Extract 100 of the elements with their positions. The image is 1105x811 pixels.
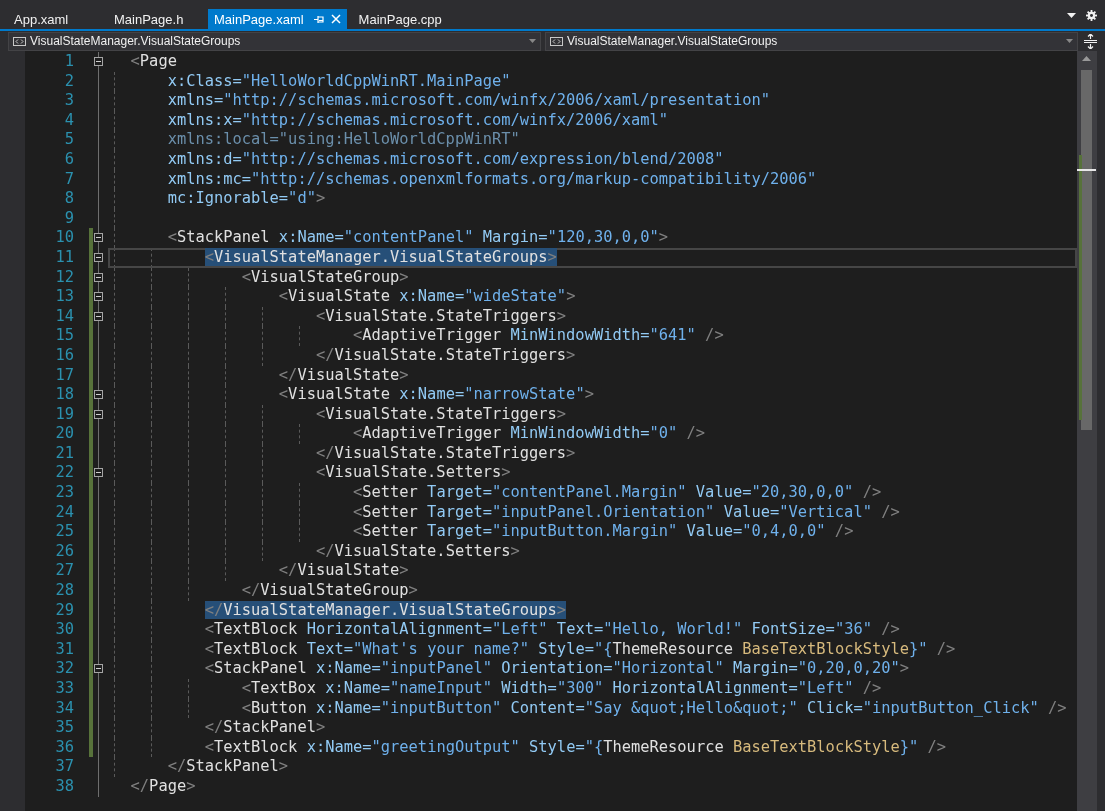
code-line: </Page>	[130, 776, 196, 795]
line-number: 6	[63, 149, 74, 170]
line-number: 19	[54, 404, 74, 425]
tab[interactable]: App.xaml	[8, 9, 102, 29]
code-line: xmlns:mc="http://schemas.openxmlformats.org/markup-compatibility/2006"	[167, 169, 817, 188]
line-number: 29	[54, 600, 74, 621]
collapse-icon[interactable]	[94, 252, 103, 262]
caret-icon	[529, 39, 536, 43]
code-line: <Button x:Name="inputButton" Content="Say &quot;Hello&quot;" Click="inputButton_Click" />	[241, 698, 1067, 717]
line-number: 7	[63, 169, 74, 190]
code-line: <Page	[130, 52, 177, 70]
code-line: xmlns:local="using:HelloWorldCppWinRT"	[167, 130, 520, 149]
close-icon[interactable]	[330, 14, 341, 24]
line-number: 1	[63, 52, 74, 72]
line-number: 3	[63, 91, 74, 111]
settings-icon[interactable]	[1086, 10, 1097, 21]
code-line: mc:Ignorable="d">	[167, 189, 326, 208]
line-number: 8	[63, 189, 74, 209]
code-line: <VisualState.StateTriggers>	[315, 306, 567, 325]
code-line: <AdaptiveTrigger MinWindowWidth="641" />	[352, 326, 724, 345]
line-number: 37	[54, 757, 74, 777]
code-line: xmlns:d="http://schemas.microsoft.com/expression/blend/2008"	[167, 149, 724, 168]
code-line: </VisualState.Setters>	[315, 541, 520, 560]
split-icon[interactable]	[1084, 33, 1097, 49]
line-number: 21	[54, 443, 74, 464]
code-line: xmlns:x="http://schemas.microsoft.com/winfx/2006/xaml"	[167, 110, 668, 129]
line-number: 2	[63, 71, 74, 92]
code-line: <VisualState.Setters>	[315, 463, 511, 482]
code-line: <Setter Target="inputButton.Margin" Value="0,4,0,0" />	[352, 522, 854, 541]
code-line: <Setter Target="contentPanel.Margin" Value="20,30,0,0" />	[352, 483, 882, 502]
tab[interactable]: MainPage.xaml	[208, 9, 347, 29]
collapse-icon[interactable]	[94, 57, 103, 66]
collapse-icon[interactable]	[94, 272, 103, 282]
line-number: 36	[54, 737, 74, 758]
line-number: 15	[54, 326, 74, 346]
member-dropdown[interactable]: VisualStateManager.VisualStateGroups	[545, 31, 1078, 51]
code-line: </VisualState.StateTriggers>	[315, 345, 576, 364]
line-number: 5	[63, 130, 74, 150]
collapse-icon[interactable]	[94, 311, 103, 321]
code-line: </VisualStateGroup>	[241, 581, 418, 600]
line-number: 11	[54, 247, 74, 268]
code-line: <VisualState x:Name="narrowState">	[278, 385, 594, 404]
tab[interactable]: MainPage.h	[108, 9, 202, 29]
code-line: <TextBlock HorizontalAlignment="Left" Text="Hello, World!" FontSize="36" />	[204, 620, 900, 639]
line-number: 24	[54, 502, 74, 523]
scrollbar-thumb[interactable]	[1081, 70, 1092, 430]
dropdown-icon[interactable]	[1067, 13, 1076, 18]
line-number: 14	[54, 306, 74, 327]
collapse-icon[interactable]	[94, 468, 103, 478]
line-number: 33	[54, 679, 74, 699]
line-number: 32	[54, 659, 74, 679]
line-number: 38	[54, 776, 74, 797]
code-line: </VisualState>	[278, 365, 409, 384]
collapse-icon[interactable]	[94, 233, 103, 243]
line-number: 22	[54, 463, 74, 484]
code-line: <VisualState.StateTriggers>	[315, 404, 567, 423]
code-line: </VisualState.StateTriggers>	[315, 443, 576, 462]
scope-dropdown[interactable]: VisualStateManager.VisualStateGroups	[8, 31, 541, 51]
line-number: 4	[63, 110, 74, 131]
code-line: <StackPanel x:Name="inputPanel" Orientation="Horizontal" Margin="0,20,0,20">	[204, 659, 910, 678]
line-number: 18	[54, 385, 74, 405]
code-line: <AdaptiveTrigger MinWindowWidth="0" />	[352, 424, 706, 443]
scrollbar[interactable]	[1077, 51, 1097, 811]
line-number: 10	[54, 228, 74, 248]
code-line: xmlns="http://schemas.microsoft.com/winfx/2006/xaml/presentation"	[167, 91, 770, 110]
code-line: <TextBox x:Name="nameInput" Width="300" HorizontalAlignment="Left" />	[241, 679, 882, 697]
line-number: 20	[54, 424, 74, 444]
caret-icon	[1066, 39, 1073, 43]
code-line: <TextBlock Text="What's your name?" Style="{ThemeResource BaseTextBlockStyle}" />	[204, 639, 956, 658]
line-number: 26	[54, 541, 74, 562]
code-line: <Setter Target="inputPanel.Orientation" Value="Vertical" />	[352, 502, 900, 521]
code-line: <VisualState x:Name="wideState">	[278, 287, 576, 306]
line-number: 13	[54, 287, 74, 307]
code-line: </StackPanel>	[204, 718, 326, 737]
tab[interactable]: MainPage.cpp	[352, 9, 448, 29]
collapse-icon[interactable]	[94, 390, 103, 400]
line-number: 28	[54, 581, 74, 601]
line-number: 25	[54, 522, 74, 542]
code-line: x:Class="HelloWorldCppWinRT.MainPage"	[167, 71, 511, 90]
code-line: <TextBlock x:Name="greetingOutput" Style="{ThemeResource BaseTextBlockStyle}" />	[204, 737, 947, 756]
line-number: 35	[54, 718, 74, 738]
line-number: 17	[54, 365, 74, 386]
line-number: 30	[54, 620, 74, 640]
collapse-icon[interactable]	[94, 664, 103, 674]
code-line: </VisualState>	[278, 561, 409, 580]
code-line: <StackPanel x:Name="contentPanel" Margin="120,30,0,0">	[167, 228, 669, 247]
line-number: 23	[54, 483, 74, 503]
line-number: 16	[54, 345, 74, 366]
code-icon	[550, 36, 563, 46]
line-number: 12	[54, 267, 74, 288]
collapse-icon[interactable]	[94, 292, 103, 302]
code-icon	[13, 36, 26, 46]
pin-icon[interactable]	[313, 14, 325, 24]
collapse-icon[interactable]	[94, 409, 103, 419]
scroll-up-icon[interactable]	[1082, 56, 1091, 61]
line-number: 34	[54, 698, 74, 719]
line-number: 9	[63, 208, 74, 229]
line-number: 27	[54, 561, 74, 582]
line-number: 31	[54, 639, 74, 660]
code-line: <VisualStateGroup>	[241, 267, 409, 286]
